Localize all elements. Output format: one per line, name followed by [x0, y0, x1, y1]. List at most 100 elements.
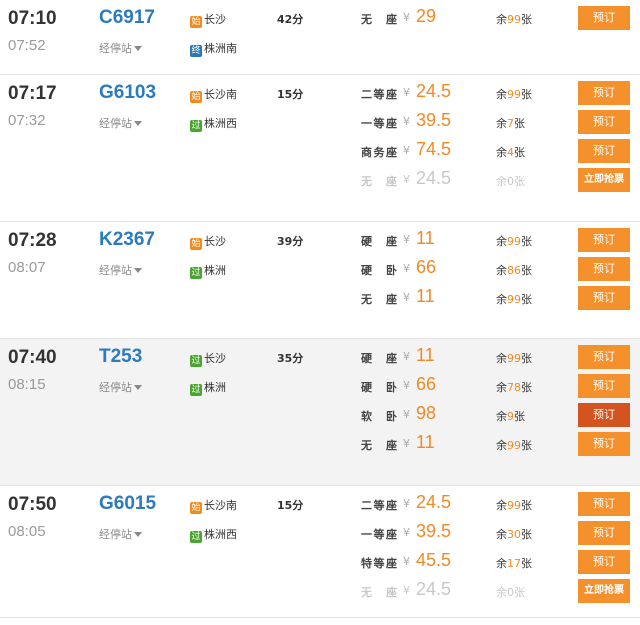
seat-price: 74.5 — [416, 139, 452, 159]
book-button[interactable]: 预订 — [578, 550, 630, 574]
book-button[interactable]: 预订 — [578, 374, 630, 398]
book-button[interactable]: 预订 — [578, 403, 630, 427]
seat-row: 一等座 ¥39.5 余30张 预订 — [0, 521, 640, 545]
seat-type: 无座 — [361, 439, 397, 452]
grab-ticket-button[interactable]: 立即抢票 — [578, 579, 630, 603]
seat-price: 66 — [416, 374, 437, 394]
book-button[interactable]: 预订 — [578, 257, 630, 281]
tickets-left-prefix: 余 — [496, 499, 507, 512]
train-row[interactable]: 07:17 07:32 G6103 经停站始长沙南过株洲西 15分 二等座 ¥24.5 余99… — [0, 75, 640, 222]
destination-station: 终株洲南 — [190, 40, 237, 57]
tickets-left-count: 99 — [507, 439, 521, 452]
tickets-left: 余78张 — [496, 379, 532, 395]
yen-symbol: ¥ — [403, 555, 410, 568]
seat-type: 硬座 — [361, 352, 397, 365]
tickets-left-count: 99 — [507, 88, 521, 101]
tickets-left-unit: 张 — [521, 88, 532, 101]
yen-symbol: ¥ — [403, 497, 410, 510]
book-button[interactable]: 预订 — [578, 492, 630, 516]
tickets-left-unit: 张 — [521, 352, 532, 365]
train-list: 07:10 07:52 C6917 经停站始长沙终株洲南 42分 无座 ¥29 余99张 预订 0… — [0, 0, 640, 618]
seat-price: 24.5 — [416, 168, 452, 188]
yen-symbol: ¥ — [403, 11, 410, 24]
yen-symbol: ¥ — [403, 144, 410, 157]
seat-price: 11 — [416, 286, 435, 306]
yen-symbol: ¥ — [403, 291, 410, 304]
tickets-left-unit: 张 — [521, 13, 532, 26]
tickets-left: 余0张 — [496, 173, 525, 189]
yen-symbol: ¥ — [403, 379, 410, 392]
seat-row: 无座 ¥11 余99张 预订 — [0, 432, 640, 456]
book-button[interactable]: 预订 — [578, 110, 630, 134]
seat-type: 商务座 — [361, 146, 397, 159]
book-button[interactable]: 预订 — [578, 81, 630, 105]
grab-ticket-button[interactable]: 立即抢票 — [578, 168, 630, 192]
tickets-left-unit: 张 — [514, 146, 525, 159]
seat-price: 11 — [416, 345, 435, 365]
book-button[interactable]: 预订 — [578, 286, 630, 310]
tickets-left-count: 99 — [507, 235, 521, 248]
book-button[interactable]: 预订 — [578, 139, 630, 163]
stops-dropdown[interactable]: 经停站 — [99, 40, 142, 56]
tickets-left-unit: 张 — [521, 264, 532, 277]
tickets-left: 余17张 — [496, 555, 532, 571]
seat-type: 一等座 — [361, 117, 397, 130]
seat-price: 29 — [416, 6, 437, 26]
book-button[interactable]: 预订 — [578, 228, 630, 252]
tickets-left-count: 0 — [507, 175, 514, 188]
book-button[interactable]: 预订 — [578, 521, 630, 545]
tickets-left-prefix: 余 — [496, 557, 507, 570]
yen-symbol: ¥ — [403, 233, 410, 246]
train-row[interactable]: 07:50 08:05 G6015 经停站始长沙南过株洲西 15分 二等座 ¥24.5 余99… — [0, 486, 640, 618]
tickets-left-prefix: 余 — [496, 293, 507, 306]
tickets-left-prefix: 余 — [496, 410, 507, 423]
yen-symbol: ¥ — [403, 408, 410, 421]
seat-type: 无座 — [361, 13, 397, 26]
seat-price: 24.5 — [416, 81, 452, 101]
tickets-left-prefix: 余 — [496, 352, 507, 365]
tickets-left-unit: 张 — [514, 117, 525, 130]
train-row[interactable]: 07:10 07:52 C6917 经停站始长沙终株洲南 42分 无座 ¥29 余99张 预订 — [0, 0, 640, 75]
train-row[interactable]: 07:40 08:15 T253 经停站过长沙过株洲 35分 硬座 ¥11 余99张 预订 硬卧 ¥… — [0, 339, 640, 486]
train-row[interactable]: 07:28 08:07 K2367 经停站始长沙过株洲 39分 硬座 ¥11 余99张 预订 硬卧… — [0, 222, 640, 339]
tickets-left-count: 30 — [507, 528, 521, 541]
book-button[interactable]: 预订 — [578, 345, 630, 369]
seat-row: 无座 ¥24.5 余0张 立即抢票 — [0, 579, 640, 603]
seat-type: 硬座 — [361, 235, 397, 248]
tickets-left-prefix: 余 — [496, 88, 507, 101]
seat-row: 硬座 ¥11 余99张 预订 — [0, 228, 640, 252]
seat-type: 软卧 — [361, 410, 397, 423]
tickets-left: 余30张 — [496, 526, 532, 542]
tickets-left-prefix: 余 — [496, 13, 507, 26]
tickets-left: 余4张 — [496, 144, 525, 160]
tickets-left: 余0张 — [496, 584, 525, 600]
seat-price: 24.5 — [416, 579, 452, 599]
tickets-left-count: 4 — [507, 146, 514, 159]
yen-symbol: ¥ — [403, 350, 410, 363]
yen-symbol: ¥ — [403, 526, 410, 539]
stops-label: 经停站 — [99, 42, 132, 55]
seat-price: 98 — [416, 403, 437, 423]
tickets-left: 余86张 — [496, 262, 532, 278]
tickets-left: 余99张 — [496, 11, 532, 27]
tickets-left-count: 99 — [507, 13, 521, 26]
yen-symbol: ¥ — [403, 115, 410, 128]
tickets-left: 余99张 — [496, 437, 532, 453]
seat-row: 无座 ¥11 余99张 预订 — [0, 286, 640, 310]
tickets-left: 余9张 — [496, 408, 525, 424]
book-button[interactable]: 预订 — [578, 6, 630, 30]
book-button[interactable]: 预订 — [578, 432, 630, 456]
tickets-left-unit: 张 — [521, 528, 532, 541]
tickets-left-count: 78 — [507, 381, 521, 394]
tickets-left: 余7张 — [496, 115, 525, 131]
tickets-left-unit: 张 — [521, 293, 532, 306]
tickets-left-unit: 张 — [514, 175, 525, 188]
tickets-left-count: 99 — [507, 293, 521, 306]
seat-row: 无座 ¥24.5 余0张 立即抢票 — [0, 168, 640, 192]
tickets-left-unit: 张 — [514, 586, 525, 599]
tickets-left-count: 17 — [507, 557, 521, 570]
tickets-left: 余99张 — [496, 497, 532, 513]
seat-price: 11 — [416, 228, 435, 248]
seat-type: 无座 — [361, 175, 397, 188]
yen-symbol: ¥ — [403, 173, 410, 186]
